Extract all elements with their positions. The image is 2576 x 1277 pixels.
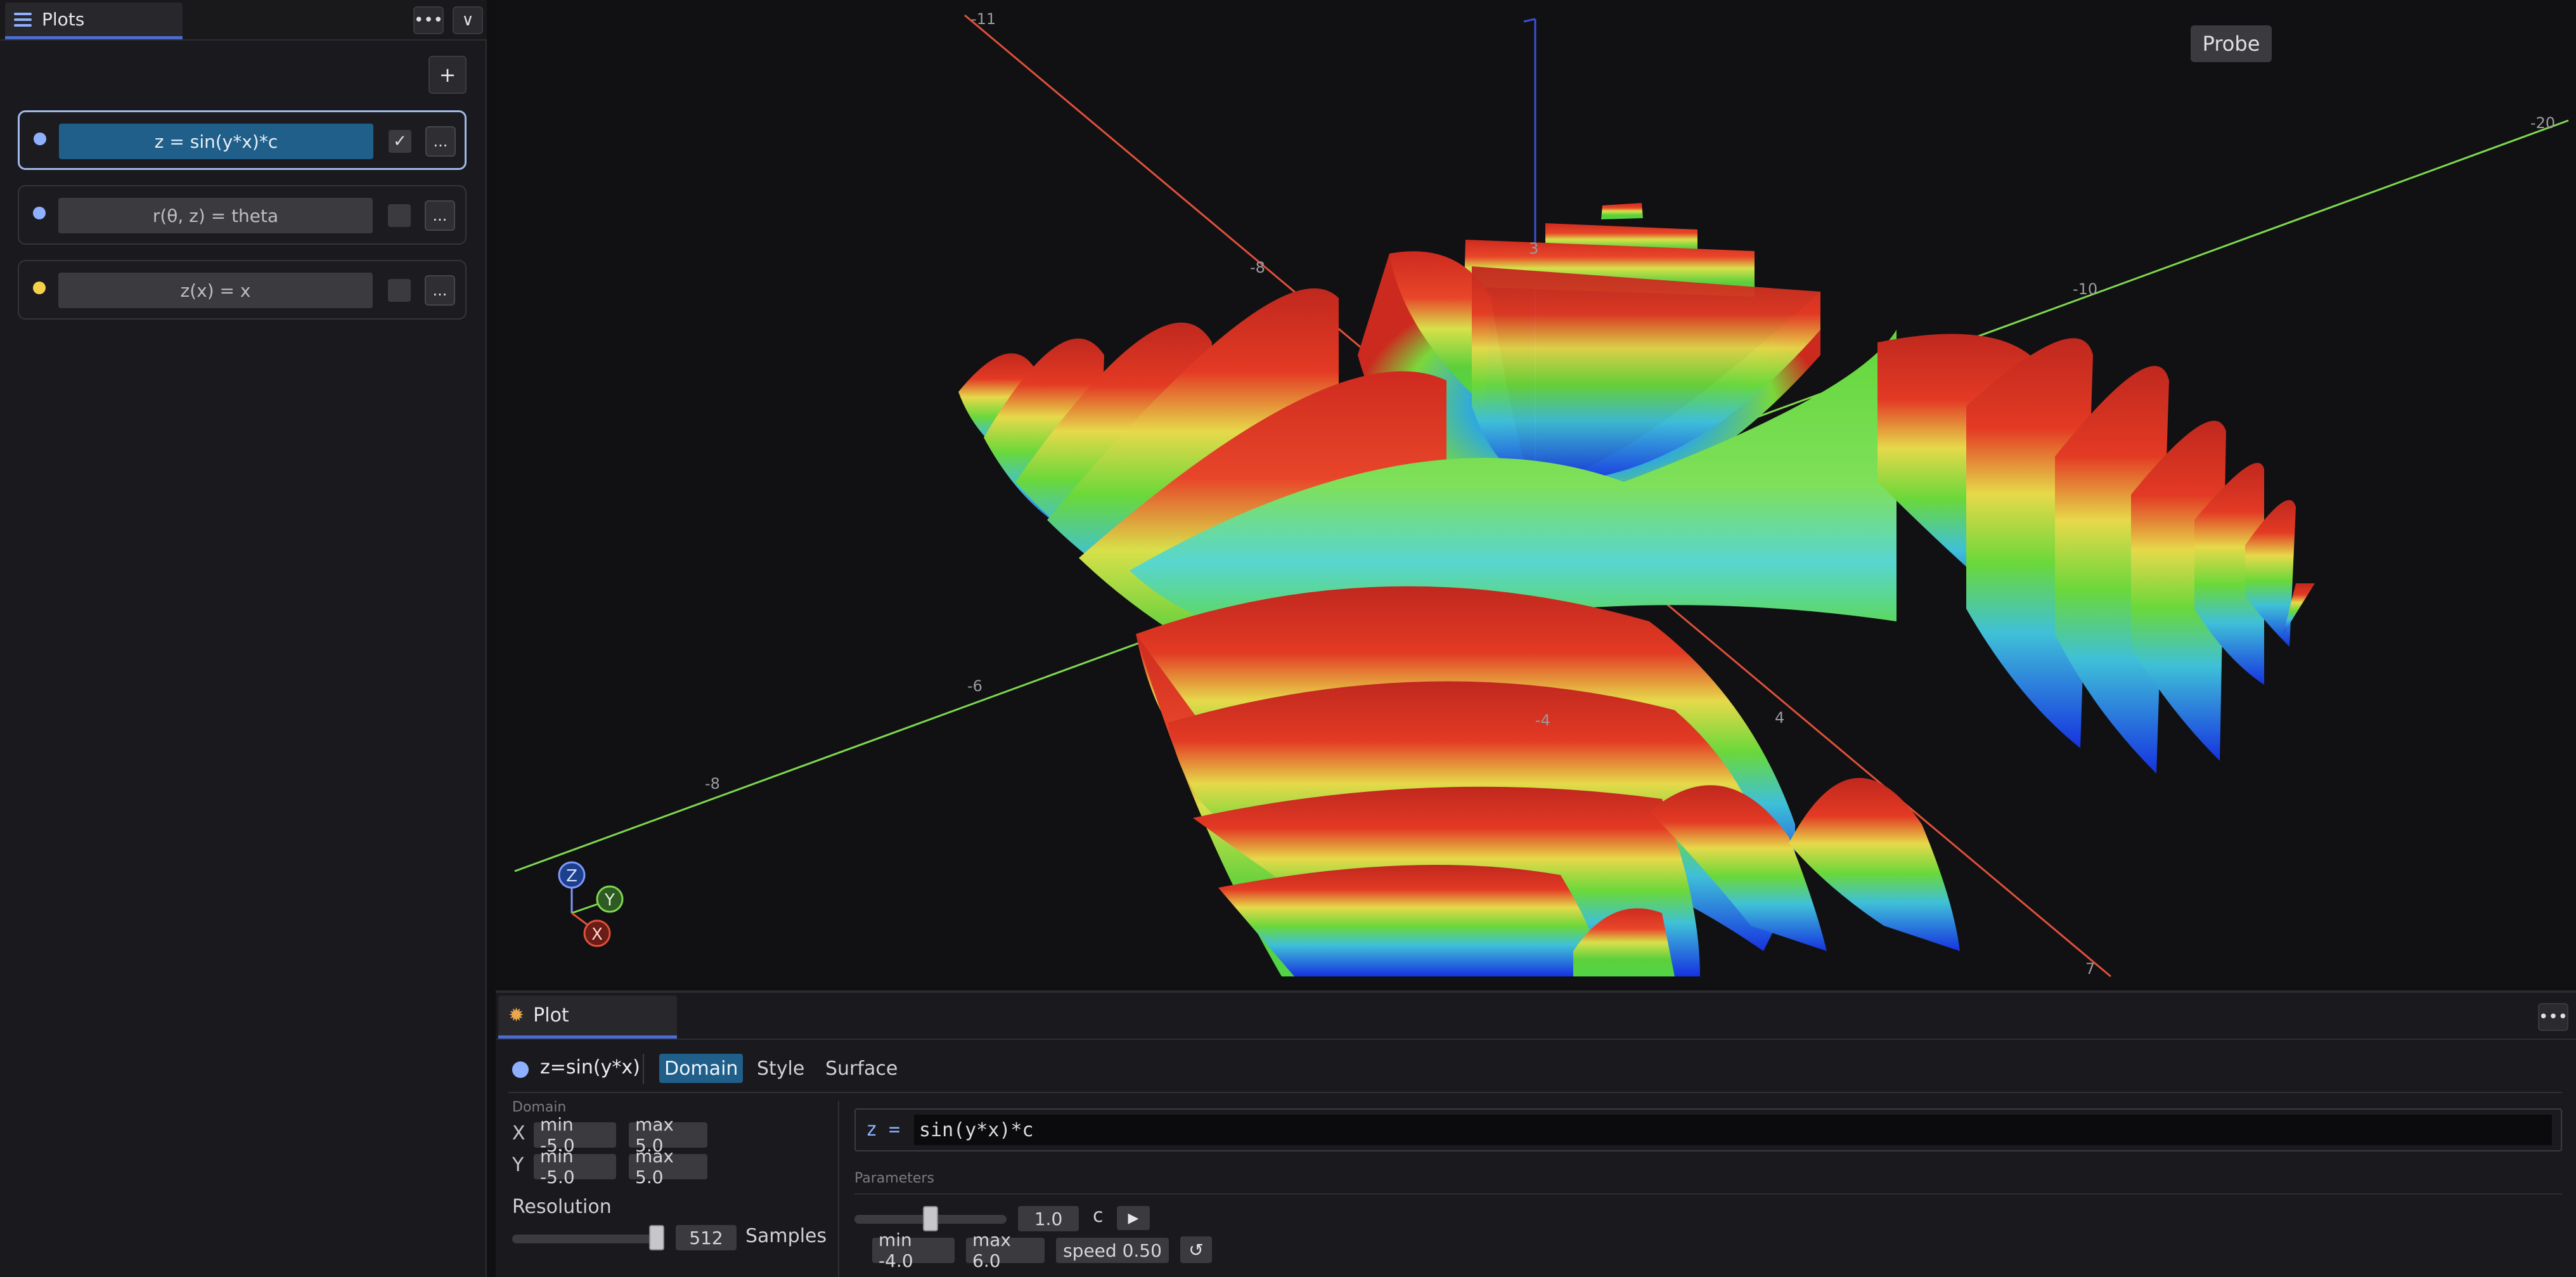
plot-color-dot (33, 282, 46, 294)
resolution-slider-track[interactable] (512, 1235, 664, 1243)
x-tick-label: -8 (1250, 259, 1265, 276)
x-range-label: X (512, 1122, 525, 1144)
y-tick-label: -20 (2530, 114, 2555, 132)
param-speed-field[interactable]: speed 0.50 (1056, 1238, 1169, 1263)
y-max-field[interactable]: max 5.0 (629, 1146, 707, 1188)
y-tick-label: -10 (2073, 280, 2097, 298)
panel-more-button[interactable]: ••• (2538, 1003, 2568, 1031)
param-reset-button[interactable]: ↺ (1180, 1236, 1212, 1263)
sidebar-header: Plots ••• ∨ (0, 0, 487, 41)
sidebar-collapse-button[interactable]: ∨ (453, 6, 483, 34)
expression-lhs: z (866, 1118, 878, 1141)
gizmo-y-label: Y (604, 891, 615, 910)
y-tick-label: -8 (705, 775, 720, 793)
y-min-field[interactable]: min -5.0 (534, 1146, 616, 1188)
gizmo-x-label: X (591, 925, 603, 944)
plot-color-dot (512, 1061, 529, 1078)
tab-plots-label: Plots (42, 9, 85, 30)
gizmo-z-label: Z (566, 867, 577, 886)
bottom-tabbar: ✹ Plot ••• (496, 993, 2576, 1040)
plot-options-button[interactable]: ... (425, 275, 455, 306)
plot-3d-viewport[interactable]: -11 -8 4 7 -20 -10 -6 -8 -4 3 Z Y X Prob… (496, 0, 2576, 987)
plot-row-1[interactable]: z = sin(y*x)*c ✓ ... (18, 110, 467, 170)
samples-label: Samples (745, 1225, 827, 1247)
probe-button[interactable]: Probe (2191, 25, 2272, 62)
axis-gizmo[interactable]: Z Y X (558, 861, 624, 947)
gear-icon: ✹ (508, 1004, 525, 1027)
expression-equals: = (889, 1118, 901, 1141)
plot-expression[interactable]: z(x) = x (58, 273, 373, 308)
param-min-field[interactable]: min -4.0 (872, 1229, 955, 1271)
add-plot-button[interactable]: + (428, 56, 467, 94)
tab-plots[interactable]: Plots (5, 3, 183, 39)
y-tick-label: -6 (967, 677, 982, 695)
subtab-domain[interactable]: Domain (659, 1054, 744, 1083)
x-tick-label: -11 (971, 10, 996, 28)
resolution-slider-handle[interactable] (649, 1225, 664, 1250)
sidebar-more-button[interactable]: ••• (413, 6, 444, 34)
plot-expression[interactable]: r(θ, z) = theta (58, 198, 373, 233)
x-max-field[interactable]: max 5.0 (629, 1114, 707, 1156)
param-c-slider-handle[interactable] (923, 1206, 938, 1231)
parameters-section-label: Parameters (854, 1170, 934, 1186)
tab-plot-label: Plot (533, 1004, 569, 1027)
expression-input[interactable] (914, 1115, 2552, 1145)
z-tick-label: 3 (1529, 240, 1538, 257)
plot-row-2[interactable]: r(θ, z) = theta ... (18, 185, 467, 245)
plot-expression[interactable]: z = sin(y*x)*c (59, 124, 373, 159)
domain-section-label: Domain (512, 1099, 567, 1115)
plot-row-3[interactable]: z(x) = x ... (18, 260, 467, 320)
resolution-label: Resolution (512, 1196, 612, 1218)
subtab-style[interactable]: Style (752, 1054, 809, 1083)
surface-canvas[interactable]: -11 -8 4 7 -20 -10 -6 -8 -4 3 Z Y X (496, 0, 2576, 987)
expression-editor[interactable]: z = (854, 1108, 2562, 1151)
plot-visibility-checkbox[interactable] (388, 204, 411, 227)
list-icon (14, 12, 32, 27)
plot-name: z=sin(y*x) (540, 1056, 640, 1079)
plot-color-dot (34, 133, 46, 145)
x-tick-label: 7 (2085, 960, 2095, 978)
plot-color-dot (33, 207, 46, 219)
plot-visibility-checkbox[interactable]: ✓ (389, 130, 411, 153)
plots-sidebar: Plots ••• ∨ + z = sin(y*x)*c ✓ ... r(θ, … (0, 0, 487, 1277)
param-play-button[interactable]: ▶ (1117, 1206, 1150, 1230)
y-range-label: Y (512, 1154, 524, 1176)
resolution-value-field[interactable]: 512 (676, 1225, 737, 1250)
subtab-surface[interactable]: Surface (820, 1054, 903, 1083)
x-tick-label: 4 (1775, 709, 1784, 727)
grid-tick-label: -4 (1535, 711, 1550, 729)
x-min-field[interactable]: min -5.0 (534, 1114, 616, 1156)
plot-properties-panel: ✹ Plot ••• z=sin(y*x) Domain Style Surfa… (496, 990, 2576, 1277)
param-c-value-field[interactable]: 1.0 (1018, 1206, 1079, 1231)
plot-options-button[interactable]: ... (425, 126, 456, 157)
param-c-name: c (1093, 1205, 1104, 1227)
plot-options-button[interactable]: ... (425, 200, 455, 231)
param-max-field[interactable]: max 6.0 (966, 1229, 1045, 1271)
tab-plot[interactable]: ✹ Plot (498, 995, 677, 1039)
plot-visibility-checkbox[interactable] (388, 279, 411, 302)
